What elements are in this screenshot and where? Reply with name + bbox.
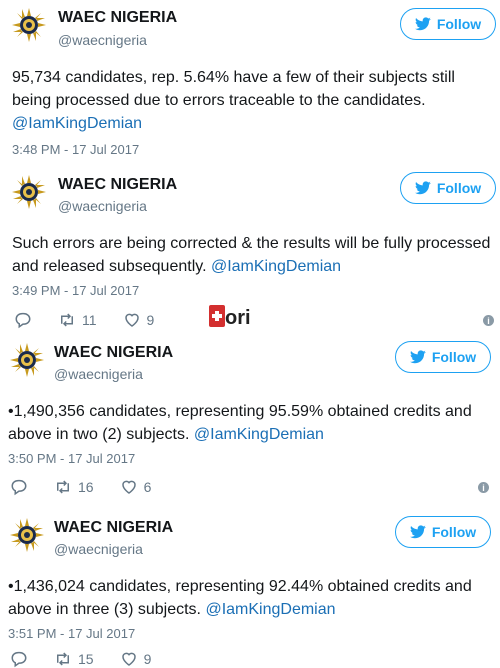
follow-button[interactable]: Follow (400, 8, 496, 40)
account-name[interactable]: WAEC NIGERIA (58, 176, 177, 194)
reply-icon (10, 650, 28, 668)
waec-logo-avatar[interactable] (12, 175, 46, 209)
retweet-action[interactable]: 11 (58, 311, 97, 329)
retweet-count: 16 (78, 479, 94, 495)
tweet-text: •1,436,024 candidates, representing 92.4… (8, 575, 488, 621)
mention-link[interactable]: @IamKingDemian (205, 601, 335, 618)
like-count: 9 (146, 312, 155, 328)
account-handle[interactable]: @waecnigeria (54, 541, 143, 557)
follow-button[interactable]: Follow (400, 172, 496, 204)
follow-button[interactable]: Follow (395, 516, 491, 548)
twitter-bird-icon (410, 350, 426, 364)
tweet-text: Such errors are being corrected & the re… (12, 232, 492, 278)
mention-link[interactable]: @IamKingDemian (194, 426, 324, 443)
follow-label: Follow (431, 524, 477, 540)
info-icon[interactable]: i (483, 315, 494, 326)
retweet-count: 11 (82, 312, 97, 328)
account-handle[interactable]: @waecnigeria (54, 366, 143, 382)
heart-icon (123, 311, 141, 329)
twitter-bird-icon (415, 17, 431, 31)
heart-icon (120, 478, 138, 496)
tweet-timestamp[interactable]: 3:51 PM - 17 Jul 2017 (8, 626, 135, 641)
waec-logo-avatar[interactable] (10, 343, 44, 377)
tweet-body: 95,734 candidates, rep. 5.64% have a few… (12, 69, 455, 109)
account-handle[interactable]: @waecnigeria (58, 32, 147, 48)
site-watermark: ori (207, 305, 251, 335)
retweet-icon (58, 311, 76, 329)
watermark-text: ori (225, 307, 251, 329)
waec-logo-avatar[interactable] (10, 518, 44, 552)
like-count: 9 (143, 651, 152, 667)
like-action[interactable]: 9 (120, 650, 152, 668)
tweet-actions: 16 6 (10, 478, 177, 496)
retweet-action[interactable]: 15 (54, 650, 94, 668)
tweet-timestamp[interactable]: 3:48 PM - 17 Jul 2017 (12, 142, 139, 157)
mention-link[interactable]: @IamKingDemian (211, 258, 341, 275)
follow-label: Follow (436, 180, 482, 196)
tweet-text: •1,490,356 candidates, representing 95.5… (8, 400, 488, 446)
heart-icon (120, 650, 138, 668)
reply-action[interactable] (10, 478, 28, 496)
account-handle[interactable]: @waecnigeria (58, 198, 147, 214)
reply-icon (14, 311, 32, 329)
account-name[interactable]: WAEC NIGERIA (58, 9, 177, 27)
retweet-icon (54, 478, 72, 496)
tweet-actions: 11 9 (14, 311, 180, 329)
account-name[interactable]: WAEC NIGERIA (54, 344, 173, 362)
like-action[interactable]: 6 (120, 478, 152, 496)
mention-link[interactable]: @IamKingDemian (12, 115, 142, 132)
reply-action[interactable] (10, 650, 28, 668)
tweet-actions: 15 9 (10, 650, 177, 668)
tweet-timestamp[interactable]: 3:50 PM - 17 Jul 2017 (8, 451, 135, 466)
reply-action[interactable] (14, 311, 32, 329)
retweet-count: 15 (78, 651, 94, 667)
follow-button[interactable]: Follow (395, 341, 491, 373)
twitter-bird-icon (410, 525, 426, 539)
like-action[interactable]: 9 (123, 311, 155, 329)
like-count: 6 (143, 479, 152, 495)
waec-logo-avatar[interactable] (12, 8, 46, 42)
twitter-bird-icon (415, 181, 431, 195)
account-name[interactable]: WAEC NIGERIA (54, 519, 173, 537)
reply-icon (10, 478, 28, 496)
info-icon[interactable]: i (478, 482, 489, 493)
tweet-text: 95,734 candidates, rep. 5.64% have a few… (12, 66, 492, 135)
retweet-action[interactable]: 16 (54, 478, 94, 496)
follow-label: Follow (431, 349, 477, 365)
follow-label: Follow (436, 16, 482, 32)
tweet-timestamp[interactable]: 3:49 PM - 17 Jul 2017 (12, 283, 139, 298)
retweet-icon (54, 650, 72, 668)
